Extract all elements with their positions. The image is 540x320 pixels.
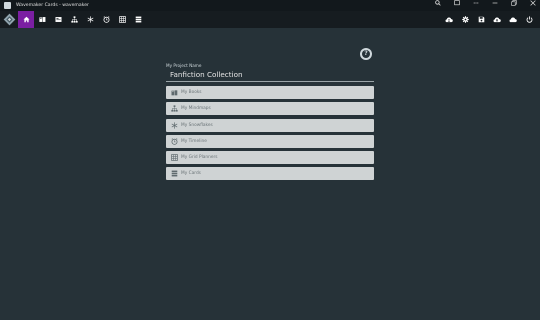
- list-item-label: My Grid Planners: [181, 155, 218, 161]
- window-title: Wavemaker Cards - wavemaker: [16, 3, 89, 8]
- app-logo: [3, 13, 16, 26]
- grid-icon: [171, 154, 178, 161]
- toolbar-settings-button[interactable]: [457, 11, 473, 28]
- cloud-sync-icon: [509, 17, 517, 23]
- snowflake-icon: [87, 16, 93, 23]
- more-icon[interactable]: [473, 0, 479, 11]
- toolbar-power-button[interactable]: [521, 11, 537, 28]
- minimize-icon[interactable]: [492, 0, 498, 11]
- grid-icon: [118, 16, 126, 23]
- toolbar-books-button[interactable]: [34, 11, 50, 28]
- clock-icon: [103, 16, 109, 23]
- save-icon: [478, 16, 484, 23]
- cloud-user-icon: [445, 17, 453, 23]
- toolbar-cloud-sync-button[interactable]: [505, 11, 521, 28]
- list-item-books[interactable]: My Books: [166, 86, 374, 99]
- mindmap-icon: [171, 105, 178, 112]
- toolbar-timeline-button[interactable]: [98, 11, 114, 28]
- window-titlebar: Wavemaker Cards - wavemaker: [0, 0, 540, 11]
- books-icon: [38, 17, 45, 22]
- stack-icon: [135, 16, 141, 23]
- home-icon: [22, 16, 30, 23]
- gear-icon: [461, 16, 469, 23]
- toolbar-stack-button[interactable]: [130, 11, 146, 28]
- list-item-mindmaps[interactable]: My Mindmaps: [166, 102, 374, 116]
- restore-icon[interactable]: [511, 0, 517, 11]
- help-icon: ?: [362, 50, 370, 58]
- screen-icon[interactable]: [454, 0, 460, 11]
- list-item-label: My Timeline: [181, 138, 207, 144]
- project-menu-list: My Books My Mindmaps My Snowflakes My Ti…: [166, 86, 374, 184]
- toolbar-home-button[interactable]: [18, 11, 34, 28]
- list-item-label: My Cards: [181, 171, 201, 177]
- list-item-timeline[interactable]: My Timeline: [166, 134, 374, 148]
- mindmap-icon: [70, 16, 78, 23]
- cloud-upload-icon: [493, 17, 501, 23]
- list-item-label: My Snowflakes: [181, 122, 213, 128]
- main-toolbar: [0, 11, 540, 28]
- toolbar-card-button[interactable]: [50, 11, 66, 28]
- list-item-snowflakes[interactable]: My Snowflakes: [166, 118, 374, 132]
- books-icon: [171, 89, 178, 96]
- close-icon[interactable]: [530, 0, 536, 11]
- search-icon[interactable]: [435, 0, 441, 11]
- list-item-grid-planners[interactable]: My Grid Planners: [166, 151, 374, 165]
- toolbar-cloud-account-button[interactable]: [441, 11, 457, 28]
- app-icon: [4, 2, 11, 9]
- toolbar-snowflake-button[interactable]: [82, 11, 98, 28]
- toolbar-mindmap-button[interactable]: [66, 11, 82, 28]
- project-name-underline: [166, 81, 374, 82]
- list-item-label: My Mindmaps: [181, 106, 211, 112]
- card-icon: [54, 17, 62, 22]
- window-controls: [435, 0, 536, 11]
- list-item-cards[interactable]: My Cards: [166, 167, 374, 181]
- project-name-label: My Project Name: [166, 63, 202, 68]
- toolbar-grid-button[interactable]: [114, 11, 130, 28]
- list-item-label: My Books: [181, 90, 202, 95]
- clock-icon: [171, 138, 178, 145]
- project-name-input[interactable]: Fanfiction Collection: [170, 70, 243, 79]
- snowflake-icon: [171, 121, 178, 129]
- help-button[interactable]: ?: [360, 48, 372, 60]
- power-icon: [526, 16, 532, 23]
- stack-icon: [171, 170, 178, 177]
- toolbar-cloud-upload-button[interactable]: [489, 11, 505, 28]
- toolbar-save-button[interactable]: [473, 11, 489, 28]
